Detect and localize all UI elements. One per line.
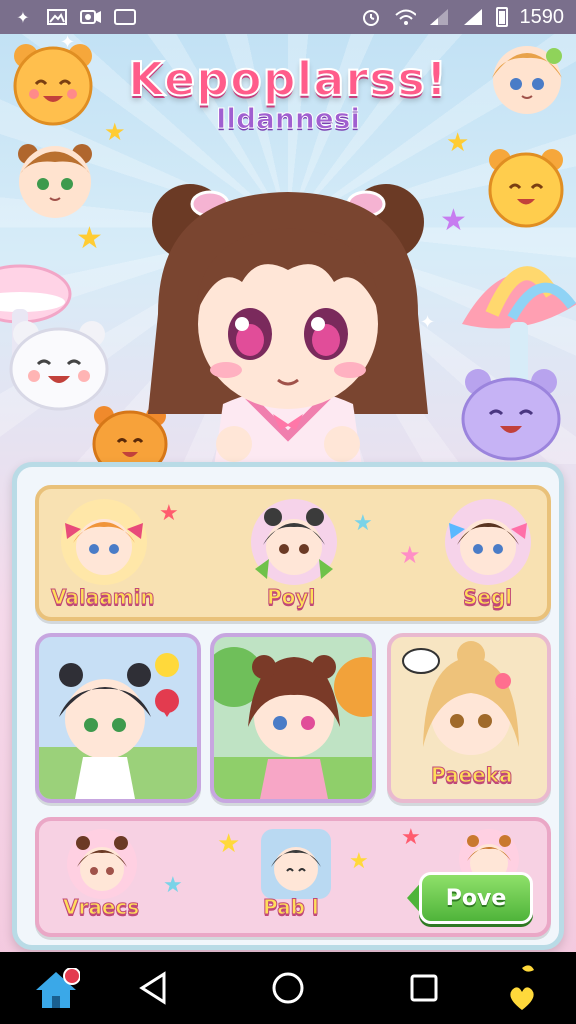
featured-characters-card[interactable]: ★ ★ ★ Valaamin Poyl Segl: [35, 485, 551, 621]
boy-chibi-icon: [18, 144, 92, 218]
white-bear-icon: [9, 321, 109, 411]
camera-icon: [80, 8, 102, 26]
main-character-girl: [148, 184, 428, 464]
star-icon: ★: [159, 501, 179, 526]
character-avatar[interactable]: [61, 499, 147, 585]
status-bar: ✦ 1590: [0, 0, 576, 34]
purple-bear-icon: [461, 369, 561, 461]
character-name: Paeeka: [431, 763, 514, 788]
recents-icon[interactable]: [402, 968, 446, 1008]
chibi-girl-park-icon: [214, 647, 372, 799]
character-card[interactable]: [210, 633, 376, 803]
star-icon: ✦: [60, 34, 76, 53]
game-subtitle: Ildannesi: [215, 102, 361, 136]
character-avatar[interactable]: [251, 499, 337, 585]
chibi-girl-icon: [255, 508, 333, 579]
wifi-icon: [394, 8, 416, 26]
signal-icon: [462, 8, 484, 26]
home-circle-icon[interactable]: [266, 968, 310, 1008]
orange-bear-icon: [488, 149, 564, 228]
battery-icon: [495, 7, 508, 27]
star-icon: ★: [163, 873, 183, 898]
home-icon[interactable]: [32, 967, 81, 1008]
star-icon: ★: [401, 825, 421, 850]
game-title: Kepoplarss!: [127, 51, 448, 107]
star-icon: ★: [353, 511, 373, 536]
character-name: Valaamin: [51, 585, 156, 610]
pove-button[interactable]: Pove: [419, 872, 533, 924]
character-card[interactable]: Paeeka: [387, 633, 551, 803]
image-icon: [46, 8, 68, 26]
android-nav-bar: [0, 952, 576, 1024]
pinwheel-icon: ✦: [16, 7, 30, 27]
star-icon: ★: [76, 221, 103, 256]
star-icon: ★: [399, 541, 421, 569]
character-name: Poyl: [266, 585, 316, 610]
chibi-girl-icon: [65, 519, 143, 575]
assistant-icon[interactable]: [500, 962, 544, 1010]
status-time: 1590: [519, 5, 565, 28]
back-icon[interactable]: [132, 968, 176, 1008]
box-icon: [114, 9, 136, 25]
alarm-icon: [360, 8, 382, 26]
hero-banner: ★ ★ ★ ★ ✦ ✦ Kepoplarss! Ildannesi: [0, 34, 576, 464]
character-avatar[interactable]: [445, 499, 531, 585]
chibi-boy-heart-icon: [39, 653, 197, 799]
character-avatar[interactable]: [67, 829, 137, 899]
chibi-girl-icon: [76, 836, 128, 891]
character-select-panel: ★ ★ ★ Valaamin Poyl Segl Paeeka ★ ★ ★ ★ …: [12, 462, 564, 950]
star-icon: ★: [349, 849, 369, 874]
chibi-boy-icon: [271, 847, 321, 891]
star-icon: ★: [440, 203, 467, 238]
star-icon: ★: [217, 829, 241, 859]
character-name: Pab l: [263, 895, 320, 920]
character-name: Segl: [462, 585, 513, 610]
character-card[interactable]: [35, 633, 201, 803]
character-avatar[interactable]: [261, 829, 331, 899]
character-name: Vraecs: [62, 895, 140, 920]
signal-icon: [428, 8, 450, 26]
chibi-girl-icon: [449, 519, 527, 575]
